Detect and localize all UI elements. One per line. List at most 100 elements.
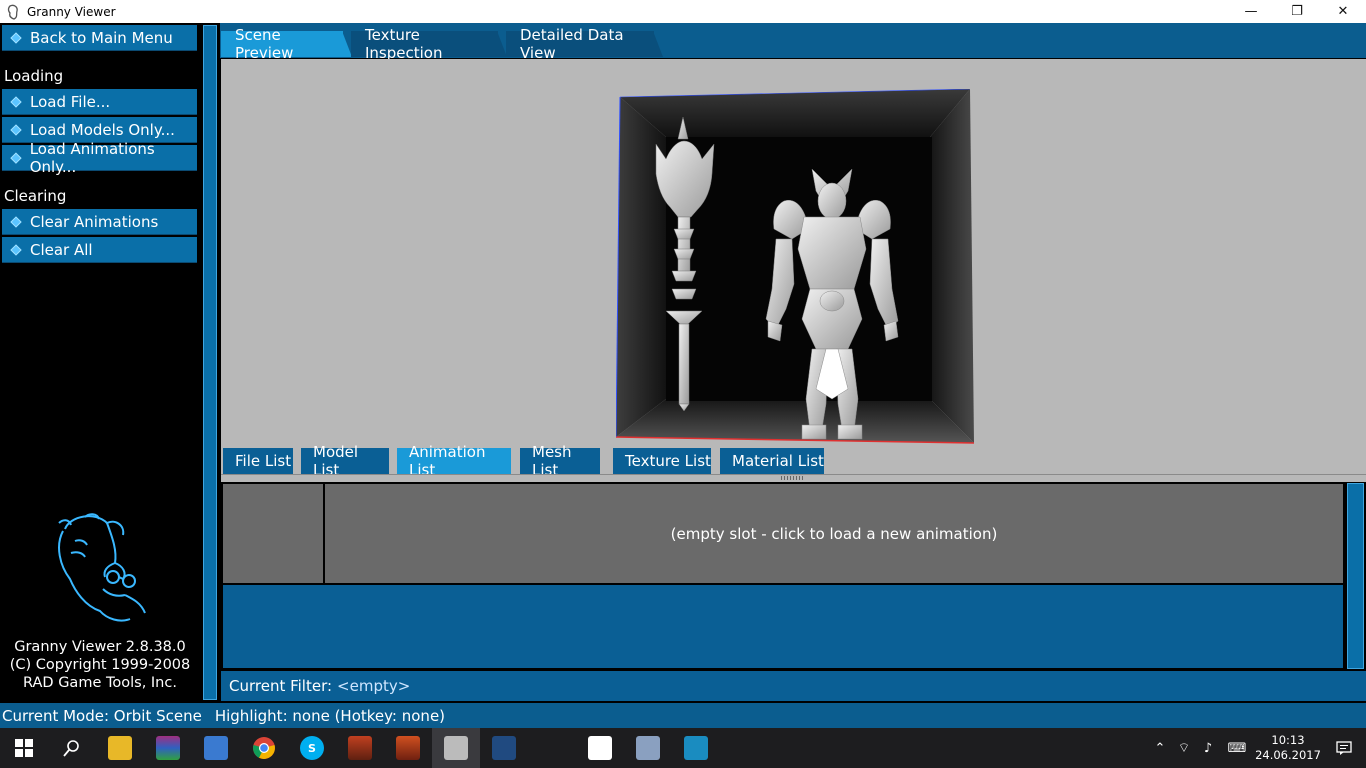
minimize-button[interactable]: — (1228, 0, 1274, 23)
game-icon (348, 736, 372, 760)
skype-icon: S (300, 736, 324, 760)
taskbar-skype[interactable]: S (288, 728, 336, 768)
app-icon (5, 4, 21, 20)
tab-detailed-data-view[interactable]: Detailed Data View (506, 26, 663, 62)
game-icon (396, 736, 420, 760)
restore-icon: ❐ (1291, 4, 1303, 19)
back-to-main-menu-label: Back to Main Menu (30, 28, 173, 47)
taskbar-game-2[interactable] (384, 728, 432, 768)
tab-scene-preview[interactable]: Scene Preview (221, 26, 352, 62)
back-to-main-menu-button[interactable]: Back to Main Menu (2, 25, 197, 51)
clock[interactable]: 10:13 24.06.2017 (1254, 733, 1322, 763)
taskbar-epack[interactable] (480, 728, 528, 768)
tab-edge (653, 31, 663, 57)
windows-icon (15, 739, 33, 757)
network-icon (204, 736, 228, 760)
diamond-icon (10, 31, 22, 44)
status-bar: Current Mode: Orbit Scene Highlight: non… (0, 703, 1366, 728)
clear-animations-button[interactable]: Clear Animations (2, 209, 197, 235)
taskbar-file-explorer[interactable] (96, 728, 144, 768)
version-text: Granny Viewer 2.8.38.0 (14, 639, 186, 655)
tab-label: Texture Inspection (365, 26, 443, 62)
monitor-icon (636, 736, 660, 760)
bottom-tab-strip: File List Model List Animation List Mesh… (221, 443, 1366, 479)
granny-logo-icon (58, 513, 146, 622)
epack-icon (492, 736, 516, 760)
about-text: Granny Viewer 2.8.38.0 (C) Copyright 199… (0, 638, 200, 692)
current-mode-text: Current Mode: Orbit Scene (2, 706, 202, 725)
load-file-button[interactable]: Load File... (2, 89, 197, 115)
chrome-icon (253, 737, 275, 759)
tab-texture-list[interactable]: Texture List (613, 448, 711, 474)
search-button[interactable] (48, 728, 96, 768)
granny-viewer-window: Granny Viewer — ❐ ✕ Back to Main Menu Lo… (0, 0, 1366, 768)
restore-button[interactable]: ❐ (1274, 0, 1320, 23)
diamond-icon (10, 243, 22, 256)
clear-all-button[interactable]: Clear All (2, 237, 197, 263)
clock-date: 24.06.2017 (1255, 748, 1321, 762)
taskbar-network-tool[interactable] (192, 728, 240, 768)
taskbar-game-1[interactable] (336, 728, 384, 768)
tab-file-list[interactable]: File List (223, 448, 293, 474)
clear-animations-label: Clear Animations (30, 212, 159, 231)
load-animations-only-button[interactable]: Load Animations Only... (2, 140, 197, 176)
scene-viewport[interactable] (221, 59, 1366, 446)
taskbar-granny-viewer[interactable] (432, 728, 480, 768)
sidebar-splitter[interactable] (203, 25, 217, 700)
sidebar: Back to Main Menu Loading Load File... L… (0, 23, 200, 703)
clear-all-label: Clear All (30, 240, 93, 259)
highlight-text: Highlight: none (Hotkey: none) (214, 706, 446, 725)
filter-bar: Current Filter: <empty> (221, 671, 1366, 701)
load-animations-only-label: Load Animations Only... (29, 139, 155, 176)
filter-label: Current Filter: (229, 677, 333, 695)
scene-render (616, 89, 975, 444)
taskbar-monitor[interactable] (624, 728, 672, 768)
company-text: RAD Game Tools, Inc. (23, 675, 177, 691)
filter-value[interactable]: <empty> (337, 677, 410, 695)
tab-label: Material List (732, 452, 824, 470)
window-title: Granny Viewer (27, 4, 116, 19)
close-button[interactable]: ✕ (1320, 0, 1366, 23)
taskbar-archiver[interactable] (144, 728, 192, 768)
title-bar: Granny Viewer — ❐ ✕ (0, 0, 1366, 23)
top-tab-strip: Scene Preview Texture Inspection Detaile… (220, 23, 1366, 62)
taskbar-chrome[interactable] (240, 728, 288, 768)
taskbar-metin2[interactable] (528, 728, 576, 768)
tab-label: Texture List (625, 452, 711, 470)
metin-icon (540, 736, 564, 760)
load-file-label: Load File... (30, 92, 111, 111)
volume-icon[interactable]: ♪ (1196, 741, 1220, 756)
search-icon (63, 740, 79, 757)
tab-label: Scene Preview (235, 26, 294, 62)
keyboard-icon[interactable]: ⌨ (1220, 741, 1254, 756)
system-tray: ⌃ ⌔ ♪ ⌨ 10:13 24.06.2017 (1148, 728, 1366, 768)
wifi-icon[interactable]: ⌔ (1172, 740, 1196, 756)
chevron-up-icon[interactable]: ⌃ (1148, 741, 1172, 756)
3dsmax-icon (684, 736, 708, 760)
animation-list-panel: (empty slot - click to load a new animat… (221, 482, 1345, 670)
tab-material-list[interactable]: Material List (720, 448, 824, 474)
notification-button[interactable] (1322, 740, 1366, 756)
taskbar-3dsmax[interactable] (672, 728, 720, 768)
tab-model-list[interactable]: Model List (301, 443, 389, 479)
tab-label: Detailed Data View (520, 26, 624, 62)
load-models-only-label: Load Models Only... (30, 120, 175, 139)
minimize-icon: — (1244, 4, 1258, 19)
tab-texture-inspection[interactable]: Texture Inspection (351, 26, 507, 62)
clock-time: 10:13 (1271, 733, 1305, 747)
photos-icon (588, 736, 612, 760)
panel-splitter[interactable] (221, 474, 1366, 482)
tab-animation-list[interactable]: Animation List (397, 443, 511, 479)
close-icon: ✕ (1337, 4, 1349, 19)
empty-animation-slot[interactable]: (empty slot - click to load a new animat… (325, 484, 1343, 585)
start-button[interactable] (0, 728, 48, 768)
taskbar-photos[interactable] (576, 728, 624, 768)
tab-mesh-list[interactable]: Mesh List (520, 443, 600, 479)
splitter-grip-icon (781, 476, 805, 480)
copyright-text: (C) Copyright 1999-2008 (9, 657, 191, 673)
empty-slot-text: (empty slot - click to load a new animat… (670, 524, 998, 543)
diamond-icon (10, 123, 22, 136)
list-scrollbar[interactable] (1347, 483, 1364, 669)
archive-icon (156, 736, 180, 760)
animation-slot-thumb[interactable] (223, 484, 325, 585)
